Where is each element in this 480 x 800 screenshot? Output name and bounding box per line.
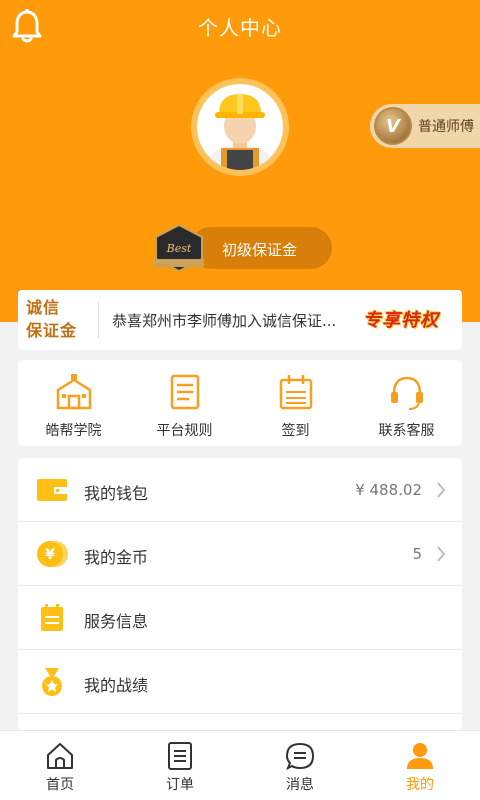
deposit-level-button[interactable]: 初级保证金	[190, 227, 332, 269]
notice-text: 恭喜郑州市李师傅加入诚信保证...	[112, 312, 337, 330]
tab-label: 首页	[46, 777, 74, 793]
order-icon	[168, 742, 192, 770]
deposit-label: 初级保证金	[222, 241, 298, 259]
avatar[interactable]	[191, 78, 289, 176]
profile-header: 个人中心 V 普通师傅 初级保证金 Best	[0, 0, 480, 322]
coin-icon: ¥	[37, 541, 68, 567]
school-icon	[56, 374, 92, 410]
quick-action-label: 平台规则	[156, 423, 213, 439]
rules-icon	[170, 374, 200, 410]
menu-label: 我的金币	[84, 548, 149, 567]
quick-action-support[interactable]: 联系客服	[351, 360, 462, 446]
menu-label: 我的钱包	[84, 484, 149, 503]
quick-action-label: 联系客服	[378, 423, 435, 439]
home-icon	[47, 743, 73, 769]
medal-icon	[42, 668, 62, 696]
level-badge[interactable]: V 普通师傅	[370, 104, 480, 148]
tab-label: 我的	[406, 777, 434, 793]
profile-icon	[407, 743, 433, 769]
menu-row-wallet[interactable]: 我的钱包 ¥ 488.02	[18, 458, 462, 522]
quick-actions: 皓帮学院 平台规则 签到 联系客服	[18, 360, 462, 446]
calendar-icon	[279, 375, 313, 410]
menu-row-achievements[interactable]: 我的战绩	[18, 650, 462, 714]
tab-label: 消息	[286, 777, 314, 793]
svg-text:Best: Best	[166, 242, 192, 255]
menu-list: 我的钱包 ¥ 488.02 ¥ 我的金币 5 服务信息 我的战绩	[18, 458, 462, 730]
quick-action-academy[interactable]: 皓帮学院	[18, 360, 129, 446]
tab-profile[interactable]: 我的	[360, 731, 480, 800]
menu-row-service-info[interactable]: 服务信息	[18, 586, 462, 650]
deposit-notice-banner[interactable]: 诚信 保证金 恭喜郑州市李师傅加入诚信保证... 专享特权	[18, 290, 462, 350]
page-title: 个人中心	[198, 16, 282, 40]
quick-action-rules[interactable]: 平台规则	[129, 360, 240, 446]
tab-messages[interactable]: 消息	[240, 731, 360, 800]
svg-text:¥: ¥	[45, 547, 55, 563]
wallet-balance: ¥ 488.02	[355, 481, 422, 499]
v-medal-icon: V	[374, 107, 412, 145]
wallet-icon	[37, 479, 67, 501]
tab-orders[interactable]: 订单	[120, 731, 240, 800]
divider	[98, 302, 99, 338]
menu-label: 服务信息	[84, 612, 149, 631]
worker-avatar-icon	[205, 94, 275, 170]
quick-action-label: 皓帮学院	[45, 423, 102, 439]
level-label: 普通师傅	[418, 119, 474, 135]
tab-home[interactable]: 首页	[0, 731, 120, 800]
best-badge-icon: Best	[154, 223, 204, 273]
menu-label: 我的战绩	[84, 676, 149, 695]
chevron-right-icon	[437, 546, 446, 562]
chevron-right-icon	[437, 482, 446, 498]
notice-logo: 诚信 保证金	[26, 298, 78, 340]
quick-action-label: 签到	[281, 423, 310, 439]
service-info-icon	[41, 604, 63, 631]
bottom-tab-bar: 首页 订单 消息 我的	[0, 730, 480, 800]
menu-row-coins[interactable]: ¥ 我的金币 5	[18, 522, 462, 586]
tab-label: 订单	[166, 777, 194, 793]
coin-count: 5	[412, 545, 422, 563]
exclusive-privilege-label[interactable]: 专享特权	[363, 306, 439, 332]
headset-icon	[391, 376, 423, 410]
quick-action-checkin[interactable]: 签到	[240, 360, 351, 446]
message-icon	[285, 742, 315, 771]
